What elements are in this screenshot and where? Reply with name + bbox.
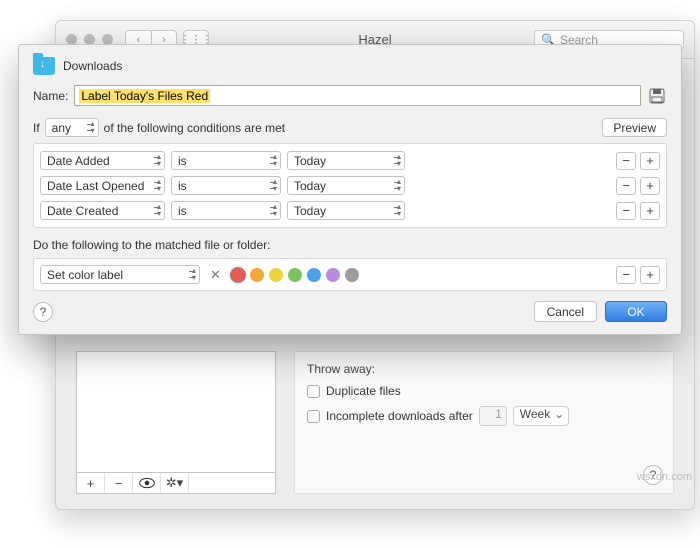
color-blue[interactable] bbox=[307, 268, 321, 282]
remove-condition-button[interactable]: − bbox=[616, 177, 636, 195]
if-prefix: If bbox=[33, 121, 40, 135]
condition-attr-select[interactable]: Date Last Opened▴▾ bbox=[40, 176, 165, 195]
background-body: + − ✲▾ Throw away: Duplicate files Incom… bbox=[56, 351, 694, 509]
action-type-select[interactable]: Set color label▴▾ bbox=[40, 265, 200, 284]
condition-val-select[interactable]: Today▴▾ bbox=[287, 151, 405, 170]
color-yellow[interactable] bbox=[269, 268, 283, 282]
condition-val-select[interactable]: Today▴▾ bbox=[287, 176, 405, 195]
match-mode-select[interactable]: any▴▾ bbox=[45, 118, 99, 137]
conditions-box: Date Added▴▾ is▴▾ Today▴▾ −+ Date Last O… bbox=[33, 143, 667, 228]
actions-box: Set color label▴▾ ✕ −+ bbox=[33, 258, 667, 291]
incomplete-unit-select[interactable]: Week bbox=[513, 406, 569, 426]
option-incomplete-downloads: Incomplete downloads after 1 Week bbox=[307, 406, 661, 426]
incomplete-value-field[interactable]: 1 bbox=[479, 406, 507, 426]
condition-op-select[interactable]: is▴▾ bbox=[171, 176, 281, 195]
condition-op-select[interactable]: is▴▾ bbox=[171, 201, 281, 220]
name-row: Name: Label Today's Files Red bbox=[33, 85, 667, 106]
rules-list-toolbar: + − ✲▾ bbox=[76, 472, 276, 494]
cancel-button[interactable]: Cancel bbox=[534, 301, 597, 322]
rule-name-input[interactable]: Label Today's Files Red bbox=[74, 85, 641, 106]
actions-label: Do the following to the matched file or … bbox=[33, 238, 667, 252]
color-red[interactable] bbox=[231, 268, 245, 282]
condition-row: Date Added▴▾ is▴▾ Today▴▾ −+ bbox=[40, 148, 660, 173]
sheet-header: Downloads bbox=[33, 57, 667, 75]
watermark: wsxdn.com bbox=[637, 471, 692, 483]
rule-options-button[interactable]: ✲▾ bbox=[161, 473, 189, 493]
conditions-header: If any▴▾ of the following conditions are… bbox=[33, 118, 667, 137]
add-condition-button[interactable]: + bbox=[640, 152, 660, 170]
remove-action-button[interactable]: − bbox=[616, 266, 636, 284]
incomplete-label: Incomplete downloads after bbox=[326, 409, 473, 423]
color-green[interactable] bbox=[288, 268, 302, 282]
color-picker bbox=[231, 268, 359, 282]
help-button[interactable]: ? bbox=[33, 302, 53, 322]
duplicate-files-label: Duplicate files bbox=[326, 384, 401, 398]
preview-rule-button[interactable] bbox=[133, 473, 161, 493]
duplicate-files-checkbox[interactable] bbox=[307, 385, 320, 398]
condition-val-select[interactable]: Today▴▾ bbox=[287, 201, 405, 220]
condition-row: Date Last Opened▴▾ is▴▾ Today▴▾ −+ bbox=[40, 173, 660, 198]
option-duplicate-files: Duplicate files bbox=[307, 384, 661, 398]
condition-attr-select[interactable]: Date Added▴▾ bbox=[40, 151, 165, 170]
color-orange[interactable] bbox=[250, 268, 264, 282]
save-rule-icon[interactable] bbox=[647, 86, 667, 106]
add-rule-button[interactable]: + bbox=[77, 473, 105, 493]
folder-name: Downloads bbox=[63, 59, 122, 73]
rule-name-value: Label Today's Files Red bbox=[79, 89, 210, 103]
incomplete-checkbox[interactable] bbox=[307, 410, 320, 423]
options-panel: Throw away: Duplicate files Incomplete d… bbox=[294, 351, 674, 494]
rules-list-panel: + − ✲▾ bbox=[76, 351, 276, 494]
add-action-button[interactable]: + bbox=[640, 266, 660, 284]
condition-attr-select[interactable]: Date Created▴▾ bbox=[40, 201, 165, 220]
action-row: Set color label▴▾ ✕ −+ bbox=[40, 265, 660, 284]
remove-condition-button[interactable]: − bbox=[616, 202, 636, 220]
remove-condition-button[interactable]: − bbox=[616, 152, 636, 170]
rule-editor-sheet: Downloads Name: Label Today's Files Red … bbox=[18, 44, 682, 335]
add-condition-button[interactable]: + bbox=[640, 177, 660, 195]
remove-rule-button[interactable]: − bbox=[105, 473, 133, 493]
ok-button[interactable]: OK bbox=[605, 301, 667, 322]
add-condition-button[interactable]: + bbox=[640, 202, 660, 220]
condition-op-select[interactable]: is▴▾ bbox=[171, 151, 281, 170]
preview-button[interactable]: Preview bbox=[602, 118, 667, 137]
sheet-footer: ? Cancel OK bbox=[33, 301, 667, 322]
name-label: Name: bbox=[33, 89, 68, 103]
color-gray[interactable] bbox=[345, 268, 359, 282]
condition-row: Date Created▴▾ is▴▾ Today▴▾ −+ bbox=[40, 198, 660, 223]
color-purple[interactable] bbox=[326, 268, 340, 282]
eye-icon bbox=[139, 477, 155, 489]
folder-icon bbox=[33, 57, 55, 75]
throw-away-label: Throw away: bbox=[307, 362, 661, 376]
rules-list[interactable] bbox=[76, 351, 276, 472]
if-suffix: of the following conditions are met bbox=[104, 121, 285, 135]
clear-color-button[interactable]: ✕ bbox=[206, 267, 225, 283]
